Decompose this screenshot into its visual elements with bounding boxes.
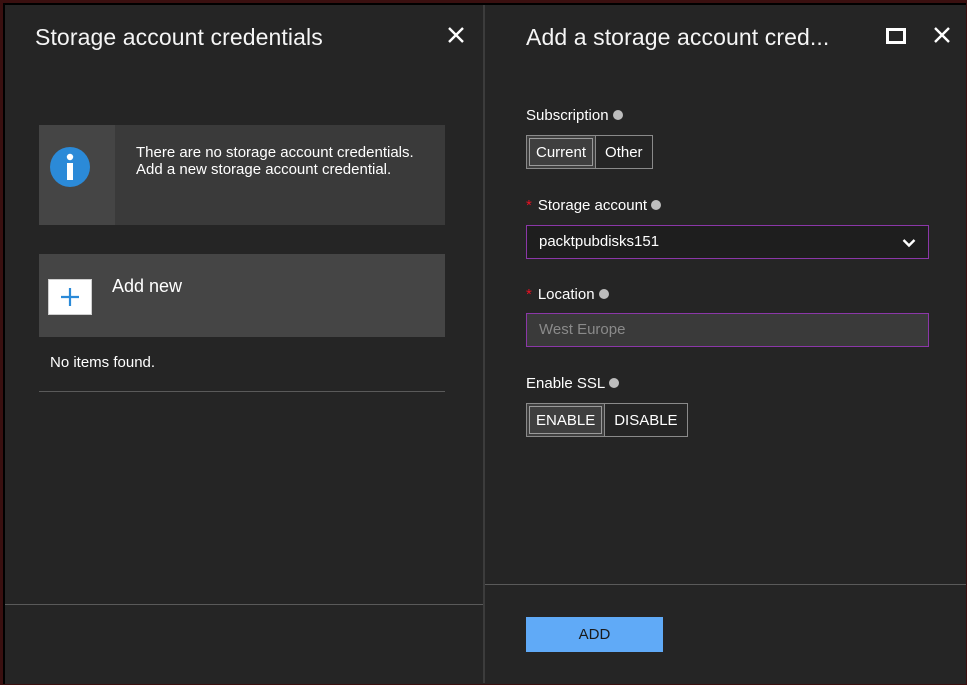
- subscription-label: Subscription: [526, 107, 623, 124]
- storage-account-select[interactable]: packtpubdisks151: [526, 225, 929, 259]
- blade-title: Add a storage account cred...: [526, 24, 830, 50]
- plus-icon: [48, 279, 92, 315]
- info-icon-cell: [39, 125, 115, 225]
- subscription-toggle[interactable]: Current Other: [526, 135, 653, 169]
- info-icon: [598, 289, 609, 300]
- required-star: *: [526, 197, 532, 214]
- storage-account-label-text: Storage account: [537, 197, 648, 214]
- required-star: *: [526, 286, 532, 303]
- info-icon: [651, 200, 662, 211]
- close-icon[interactable]: [933, 26, 951, 49]
- storage-credentials-blade: Storage account credentials There are no…: [5, 5, 483, 683]
- info-message-text: There are no storage account credentials…: [136, 144, 414, 178]
- blade-title: Storage account credentials: [35, 24, 323, 50]
- maximize-icon[interactable]: [886, 28, 906, 49]
- footer-divider: [5, 604, 483, 605]
- add-button[interactable]: ADD: [526, 617, 663, 652]
- empty-list-text: No items found.: [50, 354, 156, 371]
- enable-ssl-label-text: Enable SSL: [526, 375, 606, 392]
- location-label: * Location: [526, 286, 609, 303]
- info-message-box: There are no storage account credentials…: [39, 125, 445, 225]
- info-icon: [50, 147, 90, 187]
- storage-account-value: packtpubdisks151: [539, 233, 660, 250]
- footer-divider: [485, 584, 966, 585]
- close-icon[interactable]: [447, 26, 465, 49]
- location-field[interactable]: West Europe: [526, 313, 929, 347]
- list-divider: [39, 391, 445, 392]
- subscription-other-option[interactable]: Other: [596, 136, 652, 168]
- ssl-disable-option[interactable]: DISABLE: [605, 404, 686, 436]
- ssl-toggle[interactable]: ENABLE DISABLE: [526, 403, 688, 437]
- location-value: West Europe: [539, 321, 626, 338]
- chevron-down-icon: [902, 235, 916, 253]
- storage-account-label: * Storage account: [526, 197, 662, 214]
- info-icon: [612, 110, 623, 121]
- subscription-current-option[interactable]: Current: [527, 136, 596, 168]
- ssl-enable-option[interactable]: ENABLE: [527, 404, 605, 436]
- enable-ssl-label: Enable SSL: [526, 375, 620, 392]
- info-icon: [609, 378, 620, 389]
- location-label-text: Location: [537, 286, 595, 303]
- add-storage-credential-blade: Add a storage account cred... Subscripti…: [485, 5, 966, 683]
- add-new-label: Add new: [112, 276, 183, 296]
- add-new-button[interactable]: Add new: [39, 254, 445, 337]
- subscription-label-text: Subscription: [526, 107, 609, 124]
